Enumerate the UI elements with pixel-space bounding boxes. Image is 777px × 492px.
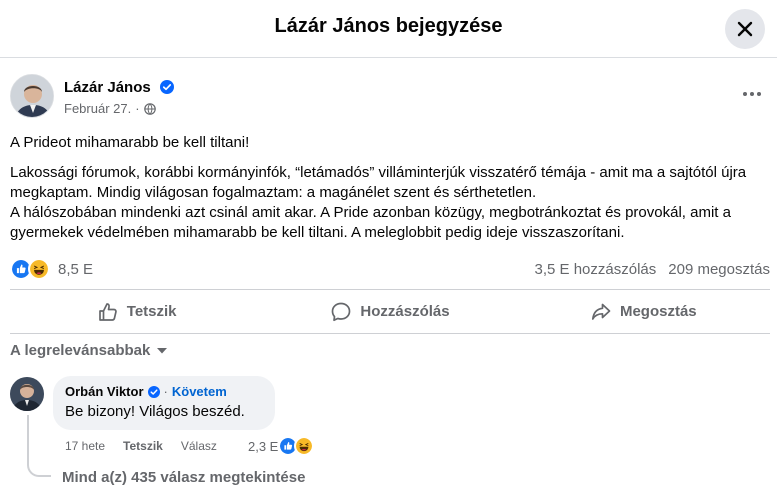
haha-reaction-icon [28,258,50,280]
post-meta: Február 27. · [64,101,156,116]
comment-reply-button[interactable]: Válasz [181,439,217,453]
comment-reaction-count: 2,3 E [248,438,279,454]
comment-separator: · [163,384,168,399]
reaction-count[interactable]: 8,5 E [58,261,93,278]
post-paragraph-2: A hálószobában mindenki azt csinál amit … [10,204,731,241]
post-body: A Prideot mihamarabb be kell tiltani! La… [10,133,772,243]
post-stats: 3,5 E hozzászólás 209 megosztás [535,261,770,278]
reactions-summary: 8,5 E 3,5 E hozzászólás 209 megosztás [10,258,770,282]
post-header: Lázár János Február 27. · [10,74,770,120]
comment-bubble: Orbán Viktor · Követem Be bizony! Világo… [53,376,275,430]
post-paragraph: Lakossági fórumok, korábbi kormányinfók,… [10,164,747,201]
verified-badge-icon [147,385,160,398]
reply-thread-line [27,415,51,477]
view-replies-link[interactable]: Mind a(z) 435 válasz megtekintése [62,469,305,486]
comment-header: Orbán Viktor · Követem [65,384,263,399]
comment-like-button[interactable]: Tetszik [123,439,163,453]
commenter-name[interactable]: Orbán Viktor [65,384,144,399]
more-options-button[interactable] [734,82,770,106]
more-dot-icon [743,92,747,96]
dialog-title: Lázár János bejegyzése [274,15,503,37]
post-action-bar: Tetszik Hozzászólás Megosztás [10,290,770,333]
haha-reaction-icon [294,436,315,456]
caret-down-icon [157,347,168,353]
comment-sort-dropdown[interactable]: A legrelevánsabbak [10,342,168,359]
like-button[interactable]: Tetszik [10,290,263,333]
verified-badge-icon [159,80,174,94]
author-name-text[interactable]: Lázár János [64,79,151,96]
post-date[interactable]: Február 27. [64,101,131,116]
author-name[interactable]: Lázár János [64,79,174,96]
dialog-header: Lázár János bejegyzése [0,0,777,58]
author-avatar[interactable] [10,74,54,118]
post-title-line: A Prideot mihamarabb be kell tiltani! [10,134,250,151]
comment-bubble-icon [332,302,351,321]
share-count[interactable]: 209 megosztás [668,261,770,278]
like-label[interactable]: Tetszik [127,303,177,320]
comment-actions: 17 hete Tetszik Válasz [65,439,217,453]
commenter-avatar[interactable] [10,377,44,411]
comment-label[interactable]: Hozzászólás [360,303,449,320]
comment-timestamp[interactable]: 17 hete [65,439,105,453]
comment-button[interactable]: Hozzászólás [263,290,516,333]
share-arrow-icon [591,303,611,320]
close-icon [737,21,753,37]
more-dot-icon [750,92,754,96]
more-dot-icon [757,92,761,96]
globe-icon [143,102,156,115]
share-button[interactable]: Megosztás [517,290,770,333]
close-button[interactable] [725,9,765,49]
share-label[interactable]: Megosztás [620,303,697,320]
meta-separator: · [135,101,140,116]
sort-label[interactable]: A legrelevánsabbak [10,342,150,359]
divider [10,333,770,334]
thumbs-up-icon [98,302,117,321]
comment-count[interactable]: 3,5 E hozzászólás [535,261,657,278]
comment-text: Be bizony! Világos beszéd. [65,403,245,420]
comment-reactions[interactable]: 2,3 E [248,436,315,456]
reaction-icons[interactable] [10,258,50,280]
follow-link[interactable]: Követem [172,384,227,399]
